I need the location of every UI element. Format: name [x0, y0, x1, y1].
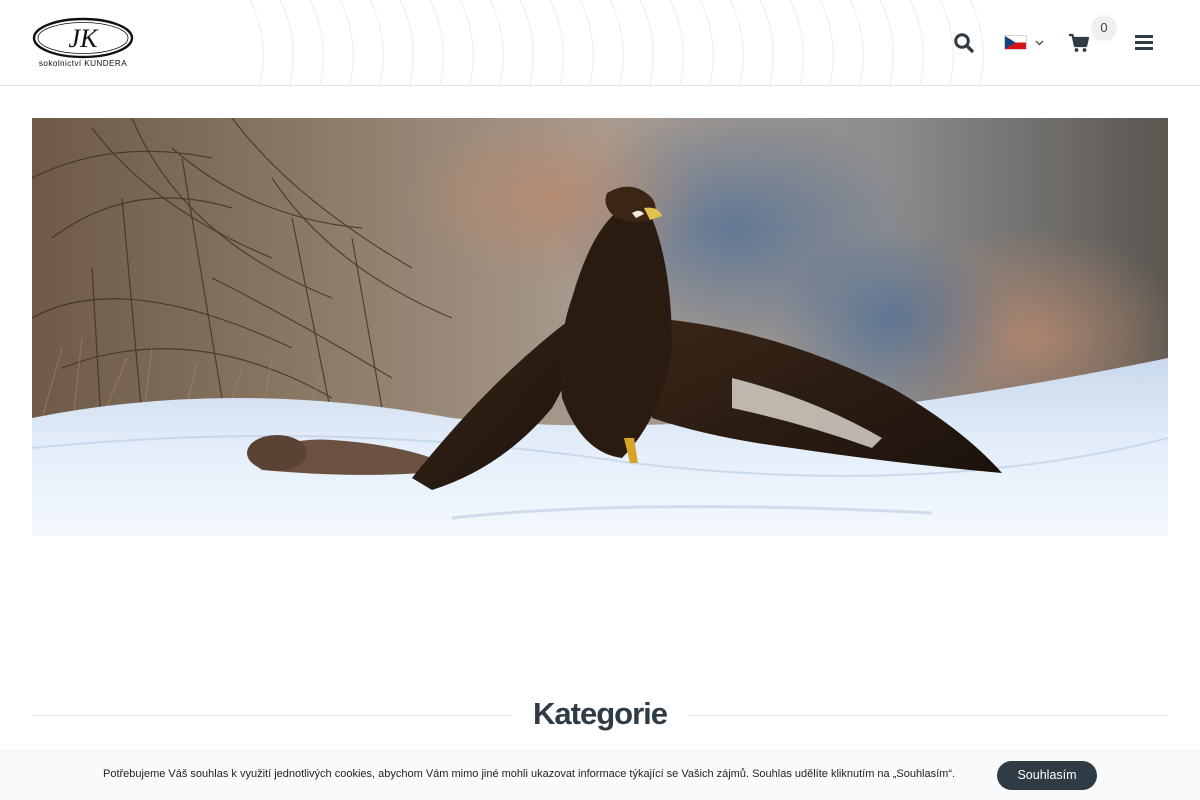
cookie-consent-bar: Potřebujeme Váš souhlas k využití jednot… — [0, 750, 1200, 800]
czech-flag-icon — [1004, 35, 1027, 50]
logo-wordmark: sokolnictví KUNDERA — [39, 59, 127, 68]
categories-heading-row: Kategorie — [32, 690, 1168, 742]
site-header: JK sokolnictví KUNDERA 0 — [0, 0, 1200, 86]
language-selector[interactable] — [1004, 33, 1046, 53]
heading-divider-left — [32, 715, 512, 716]
logo-monogram: JK — [69, 24, 100, 53]
shopping-cart-icon — [1069, 33, 1090, 52]
chevron-down-icon — [1035, 40, 1044, 46]
search-button[interactable] — [952, 31, 976, 55]
search-icon — [954, 33, 974, 53]
site-logo[interactable]: JK sokolnictví KUNDERA — [32, 16, 136, 70]
menu-button[interactable] — [1135, 34, 1153, 51]
header-decorative-pattern — [249, 0, 984, 85]
cookie-consent-text: Potřebujeme Váš souhlas k využití jednot… — [103, 768, 956, 780]
heading-divider-right — [688, 715, 1168, 716]
cart-button[interactable] — [1068, 32, 1090, 54]
cookie-accept-button[interactable]: Souhlasím — [997, 761, 1097, 790]
section-title: Kategorie — [533, 696, 668, 731]
logo-graphic: JK sokolnictví KUNDERA — [32, 17, 134, 68]
hero-image — [32, 118, 1168, 536]
hamburger-menu-icon — [1135, 35, 1153, 50]
cart-count-badge: 0 — [1091, 15, 1117, 41]
golden-eagle-photo — [32, 118, 1168, 536]
